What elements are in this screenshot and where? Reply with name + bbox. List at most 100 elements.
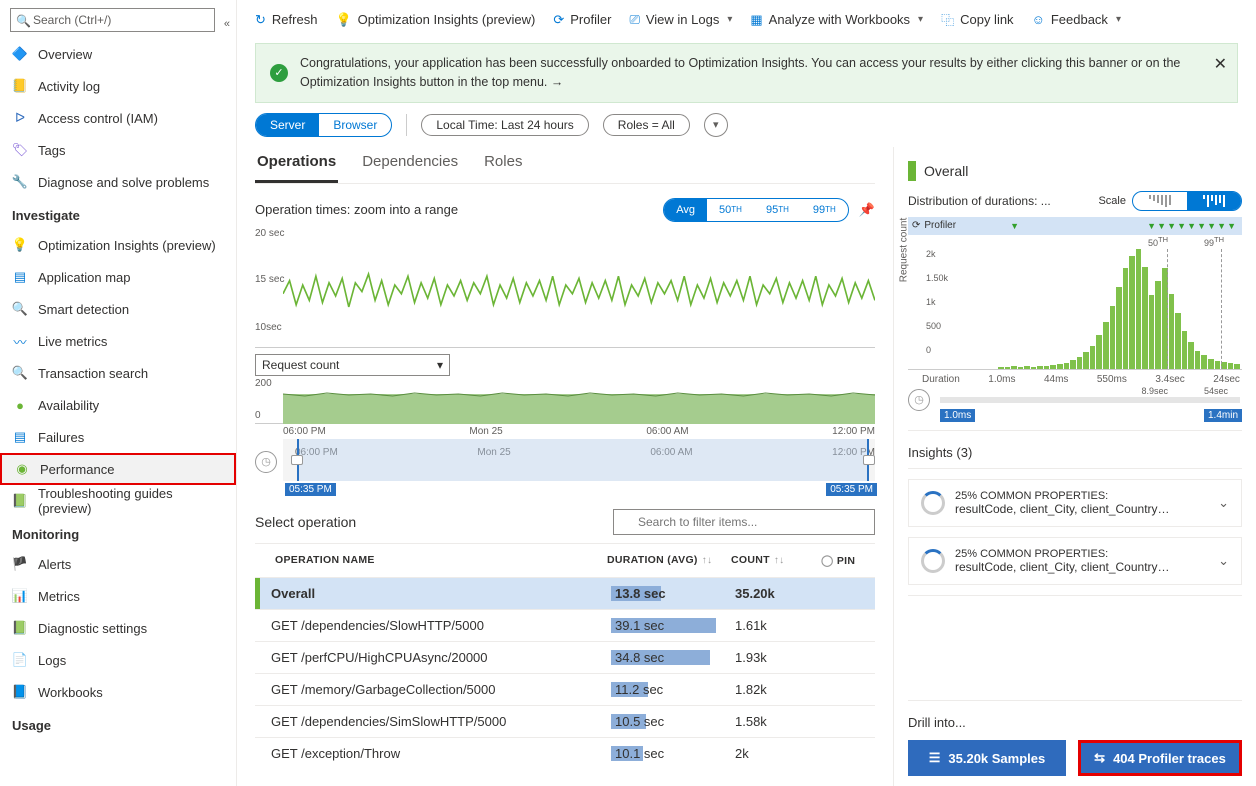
filter-operations-input[interactable] <box>613 509 875 535</box>
refresh-button[interactable]: ↻Refresh <box>255 12 317 28</box>
nav-failures[interactable]: ▤Failures <box>0 421 236 453</box>
profiler-icon: ⟳ <box>912 220 920 231</box>
view-in-logs-button[interactable]: ⎚View in Logs▾ <box>629 12 732 28</box>
nav-optimization-insights[interactable]: 💡Optimization Insights (preview) <box>0 229 236 261</box>
smile-icon: ☺ <box>1032 12 1045 27</box>
chevron-down-icon: ▾ <box>437 358 443 372</box>
request-count-chart[interactable]: 200 0 <box>255 378 875 424</box>
section-usage: Usage <box>0 708 236 739</box>
nav-alerts[interactable]: 🏴 Alerts <box>0 548 236 580</box>
search2-icon: 🔍 <box>12 365 28 381</box>
duration-range-slider[interactable]: ◷ 8.9sec 54sec 1.0ms 1.4min <box>908 387 1242 431</box>
analyze-workbooks-button[interactable]: ▦Analyze with Workbooks▾ <box>750 12 923 28</box>
nav-application-map[interactable]: ▤Application map <box>0 261 236 293</box>
nav-metrics[interactable]: 📊Metrics <box>0 580 236 612</box>
profiler-button[interactable]: ⟳Profiler <box>553 12 611 28</box>
tag-icon: 🏷 <box>12 142 28 158</box>
col-pin[interactable]: ◯ PIN <box>821 554 871 567</box>
pill-50th[interactable]: 50TH <box>707 199 754 221</box>
col-duration[interactable]: DURATION (AVG)↑↓ <box>607 554 731 566</box>
nav-label: Access control (IAM) <box>38 111 158 126</box>
nav-smart-detection[interactable]: 🔍 Smart detection <box>0 293 236 325</box>
time-range-slider[interactable]: ◷ 06:00 PMMon 2506:00 AM12:00 PM 05:35 P… <box>255 439 875 481</box>
insight-card-2[interactable]: 25% COMMON PROPERTIES:resultCode, client… <box>908 537 1242 585</box>
pill-99th[interactable]: 99TH <box>801 199 848 221</box>
sidebar: « 🔍 🔷Overview 📒Activity log ᐅAccess cont… <box>0 0 237 786</box>
nav-tags[interactable]: 🏷Tags <box>0 134 236 166</box>
profiler-traces-button[interactable]: ⇆404 Profiler traces <box>1078 740 1242 776</box>
insight-card-1[interactable]: 25% COMMON PROPERTIES:resultCode, client… <box>908 479 1242 527</box>
nav-label: Troubleshooting guides (preview) <box>38 486 224 516</box>
list-icon: ☰ <box>929 750 941 766</box>
pill-95th[interactable]: 95TH <box>754 199 801 221</box>
nav-live-metrics[interactable]: 〰Live metrics <box>0 325 236 357</box>
optimization-insights-button[interactable]: 💡Optimization Insights (preview) <box>335 12 535 28</box>
chart-title: Operation times: zoom into a range <box>255 202 458 217</box>
nav-availability[interactable]: ● Availability <box>0 389 236 421</box>
tab-roles[interactable]: Roles <box>482 147 524 183</box>
nav-label: Smart detection <box>38 302 129 317</box>
smart-icon: 🔍 <box>12 301 28 317</box>
alert-icon: 🏴 <box>12 556 28 572</box>
add-filter-button[interactable]: ▾ <box>704 113 728 137</box>
diag-icon: 📗 <box>12 620 28 636</box>
metrics-icon: 📊 <box>12 588 28 604</box>
browser-pill[interactable]: Browser <box>319 114 391 136</box>
pill-avg[interactable]: Avg <box>664 199 707 221</box>
nav-transaction-search[interactable]: 🔍 Transaction search <box>0 357 236 389</box>
chevron-down-icon: ⌄ <box>1218 495 1229 511</box>
samples-button[interactable]: ☰35.20k Samples <box>908 740 1066 776</box>
nav-diagnose[interactable]: 🔧Diagnose and solve problems <box>0 166 236 198</box>
nav-label: Availability <box>38 398 99 413</box>
nav-overview[interactable]: 🔷Overview <box>0 38 236 70</box>
logs-icon: 📄 <box>12 652 28 668</box>
nav-label: Optimization Insights (preview) <box>38 238 216 253</box>
profiler-marker-bar[interactable]: ⟳ Profiler ▼ ▼ ▼ ▼ ▼ ▼ ▼ ▼ ▼ ▼ <box>908 217 1242 235</box>
sidebar-search-input[interactable] <box>10 8 215 32</box>
profiler-icon: ⟳ <box>553 12 564 28</box>
col-operation-name[interactable]: OPERATION NAME <box>259 554 607 566</box>
clock-icon: ◷ <box>908 389 930 411</box>
nav-troubleshooting-guides[interactable]: 📗Troubleshooting guides (preview) <box>0 485 236 517</box>
tab-dependencies[interactable]: Dependencies <box>360 147 460 183</box>
nav-logs[interactable]: 📄Logs <box>0 644 236 676</box>
duration-histogram[interactable]: Request count 2k 1.50k 1k 500 0 <box>908 249 1242 369</box>
nav-iam[interactable]: ᐅ Access control (IAM) <box>0 102 236 134</box>
activity-icon: 📒 <box>12 78 28 94</box>
chart-x-axis: 06:00 PMMon 2506:00 AM12:00 PM <box>255 426 875 437</box>
table-row[interactable]: GET /dependencies/SimSlowHTTP/500010.5 s… <box>255 705 875 737</box>
tab-operations[interactable]: Operations <box>255 147 338 183</box>
duration-axis: Duration 1.0ms 44ms 550ms 3.4sec 24sec <box>908 369 1242 387</box>
pin-icon[interactable]: 📌 <box>859 202 875 218</box>
server-browser-toggle: Server Browser <box>255 113 392 137</box>
close-icon[interactable]: ✕ <box>1214 54 1227 74</box>
success-banner[interactable]: ✓ Congratulations, your application has … <box>255 43 1238 103</box>
table-row[interactable]: Overall13.8 sec35.20k <box>255 577 875 609</box>
table-row[interactable]: GET /exception/Throw10.1 sec2k <box>255 737 875 769</box>
nav-label: Transaction search <box>38 366 148 381</box>
nav-label: Application map <box>38 270 131 285</box>
table-row[interactable]: GET /perfCPU/HighCPUAsync/2000034.8 sec1… <box>255 641 875 673</box>
operation-times-chart[interactable]: 20 sec 15 sec 10sec <box>255 228 875 348</box>
nav-workbooks[interactable]: 📘Workbooks <box>0 676 236 708</box>
nav-label: Alerts <box>38 557 71 572</box>
iam-icon: ᐅ <box>12 110 28 126</box>
nav-performance[interactable]: ◉Performance <box>0 453 236 485</box>
copy-link-button[interactable]: ⿻Copy link <box>941 10 1013 29</box>
roles-pill[interactable]: Roles = All <box>603 114 690 136</box>
table-row[interactable]: GET /memory/GarbageCollection/500011.2 s… <box>255 673 875 705</box>
col-count[interactable]: COUNT↑↓ <box>731 554 821 566</box>
chevron-down-icon: ▾ <box>918 14 923 25</box>
time-range-pill[interactable]: Local Time: Last 24 hours <box>421 114 588 136</box>
logs-icon: ⎚ <box>629 12 639 28</box>
filter-icon: ▾ <box>713 118 719 131</box>
nav-activity-log[interactable]: 📒Activity log <box>0 70 236 102</box>
table-row[interactable]: GET /dependencies/SlowHTTP/500039.1 sec1… <box>255 609 875 641</box>
search-icon: 🔍 <box>16 14 31 28</box>
avail-icon: ● <box>12 397 28 413</box>
feedback-button[interactable]: ☺Feedback▾ <box>1032 12 1121 27</box>
chevron-down-icon: ⌄ <box>1218 553 1229 569</box>
server-pill[interactable]: Server <box>256 114 319 136</box>
nav-diagnostic-settings[interactable]: 📗Diagnostic settings <box>0 612 236 644</box>
scale-toggle[interactable] <box>1132 191 1242 211</box>
